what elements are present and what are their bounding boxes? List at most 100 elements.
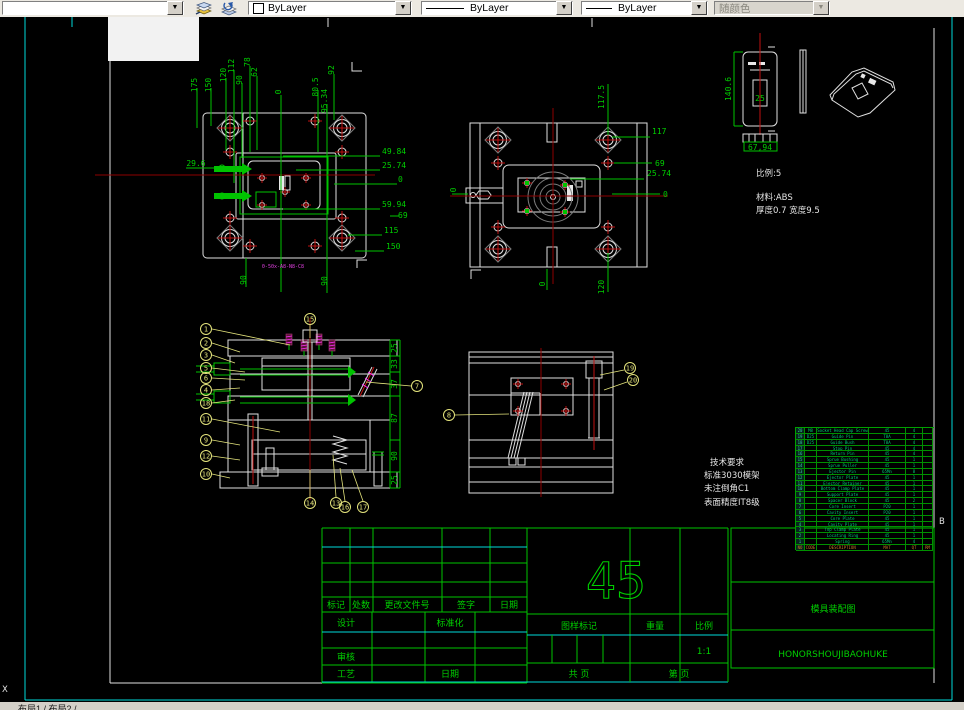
svg-text:11: 11 [202, 416, 210, 424]
stamp-header: 重量 [646, 620, 664, 632]
linetype-value: ByLayer [470, 2, 509, 14]
layer-dropdown[interactable]: ▼ [2, 1, 184, 15]
dim-label: 69 [655, 159, 665, 168]
dim-label: 95.34 [320, 89, 329, 113]
dim-label: 0 [663, 190, 668, 199]
dim-label: 25.74 [647, 169, 671, 178]
plan-view: 175 150 120 112 90 78 62 0 92 80.5 95.34… [95, 57, 408, 293]
balloon-5: 5 [200, 362, 212, 374]
chevron-down-icon[interactable]: ▼ [395, 1, 411, 15]
dim-label: 0 [398, 175, 403, 184]
svg-text:3: 3 [204, 352, 208, 360]
dim-label: 140.6 [724, 77, 733, 101]
chevron-down-icon[interactable]: ▼ [167, 1, 183, 15]
svg-text:17: 17 [359, 504, 367, 512]
part-views: 140.6 67,94 25 比例:5 材料:ABS 厚度0.7 宽度9.5 [724, 33, 896, 216]
rev-header: 标记 [327, 599, 345, 611]
balloon-7: 7 [411, 380, 423, 392]
material-mark: 45 [586, 552, 646, 610]
balloon-17: 17 [357, 501, 369, 513]
svg-text:16: 16 [341, 504, 349, 512]
svg-text:6: 6 [204, 375, 208, 383]
role-label: 工艺 [337, 669, 355, 680]
linetype-dropdown[interactable]: ByLayer ▼ [421, 1, 573, 15]
bom-cell: NO [796, 544, 805, 551]
dim-label: 80.5 [311, 77, 320, 96]
dim-label: 90 [390, 451, 399, 461]
dim-label: 120 [597, 280, 606, 295]
drawing-canvas[interactable]: 175 150 120 112 90 78 62 0 92 80.5 95.34… [0, 17, 964, 702]
svg-text:10: 10 [202, 471, 210, 479]
dim-label: 67,94 [748, 143, 772, 152]
section-view-b [454, 348, 628, 497]
lineweight-sample [586, 7, 612, 9]
status-bar: 布局1 / 布局2 / [0, 702, 964, 710]
white-panel-remnant [108, 17, 199, 61]
bom-cell: DESCRIPTION [817, 544, 869, 551]
chevron-down-icon: ▼ [813, 1, 829, 15]
bom-cell: RM [923, 544, 933, 551]
layer-states-button[interactable] [212, 0, 237, 16]
balloon-18: 18 [200, 397, 212, 409]
dim-label: 78 [243, 57, 252, 67]
svg-text:2: 2 [204, 340, 208, 348]
svg-text:15: 15 [306, 316, 314, 324]
layout-tabs[interactable]: 布局1 / 布局2 / [18, 702, 77, 710]
cad-application-window: ▼ ByLayer ▼ ByLayer ▼ ByLayer ▼ 随颜色 ▼ 17… [0, 0, 964, 710]
color-dropdown[interactable]: ByLayer ▼ [248, 1, 412, 15]
plotstyle-dropdown: 随颜色 ▼ [714, 1, 830, 15]
color-swatch [253, 2, 264, 14]
lineweight-value: ByLayer [618, 2, 657, 14]
svg-text:13: 13 [332, 500, 340, 508]
layer-properties-button[interactable] [188, 0, 212, 16]
linetype-sample [426, 7, 464, 9]
size-note: 厚度0.7 宽度9.5 [756, 205, 820, 216]
lineweight-dropdown[interactable]: ByLayer ▼ [581, 1, 708, 15]
color-value: ByLayer [268, 2, 307, 14]
layers-arrow-icon [221, 2, 237, 16]
magenta-note: 0-50x-A8-N8-C8 [262, 264, 304, 270]
balloon-3: 3 [200, 349, 212, 361]
svg-text:14: 14 [306, 500, 314, 508]
drawing-title: 模具装配图 [810, 603, 855, 615]
chevron-down-icon[interactable]: ▼ [556, 1, 572, 15]
role-label: 标准化 [436, 617, 463, 629]
rev-header: 更改文件号 [384, 599, 429, 611]
plotstyle-value: 随颜色 [719, 2, 751, 15]
svg-text:标准3030模架: 标准3030模架 [704, 470, 760, 481]
dim-label: 49.84 [382, 147, 406, 156]
chevron-down-icon[interactable]: ▼ [691, 1, 707, 15]
ucs-x-label: X [2, 685, 8, 695]
balloon-11: 11 [200, 413, 212, 425]
dim-label: 69 [398, 211, 408, 220]
bom-table: 20 M8 Socket Head Cap Screw 45 4 19 D25 Guide P… [795, 427, 934, 551]
svg-text:5: 5 [204, 365, 208, 373]
balloon-8: 8 [443, 409, 455, 421]
dim-label: 150 [204, 78, 213, 93]
balloon-1: 1 [200, 323, 212, 335]
scale-note: 比例:5 [756, 168, 781, 179]
view-letter-b: B [939, 517, 945, 527]
balloon-12: 12 [200, 450, 212, 462]
svg-text:7: 7 [415, 383, 419, 391]
dim-label: 25 [390, 475, 399, 485]
dim-label: 25.74 [382, 161, 406, 170]
svg-text:12: 12 [202, 453, 210, 461]
material-note: 材料:ABS [756, 192, 793, 203]
dim-label: 112 [227, 59, 236, 74]
balloon-19: 19 [624, 362, 636, 374]
svg-text:1: 1 [204, 326, 208, 334]
bom-cell: QT [906, 544, 923, 551]
dim-label: 25 [390, 343, 399, 353]
dim-label: 90 [239, 275, 248, 285]
balloon-2: 2 [200, 337, 212, 349]
bom-header-row: NO CODE DESCRIPTION MAT QT RM [796, 544, 934, 551]
svg-text:未注倒角C1: 未注倒角C1 [704, 483, 749, 494]
balloon-6: 6 [200, 372, 212, 384]
dim-label: 117.5 [597, 85, 606, 109]
svg-text:8: 8 [447, 412, 451, 420]
section-view-a: 25 33 37 87 90 25 [196, 318, 412, 502]
object-properties-toolbar: ▼ ByLayer ▼ ByLayer ▼ ByLayer ▼ 随颜色 ▼ [0, 0, 964, 18]
balloon-15: 15 [304, 313, 316, 325]
balloon-20: 20 [627, 374, 639, 386]
